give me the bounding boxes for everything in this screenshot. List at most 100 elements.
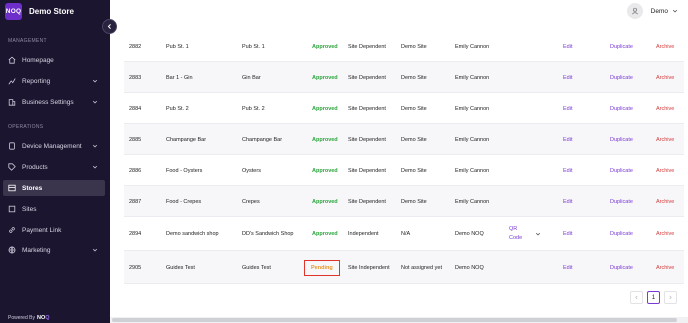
sidebar-collapse-button[interactable]: [102, 19, 117, 34]
edit-link[interactable]: Edit: [563, 93, 572, 124]
chevron-left-icon: [635, 295, 638, 300]
archive-link[interactable]: Archive: [656, 93, 674, 124]
status-badge: Approved: [312, 167, 338, 174]
chart-icon: [8, 77, 16, 85]
status-cell: Pending: [304, 251, 340, 284]
sidebar-item-sites[interactable]: Sites: [3, 201, 105, 217]
site-name: Demo Site: [401, 198, 427, 205]
site-name: Demo Site: [401, 136, 427, 143]
scrollbar-thumb[interactable]: [112, 318, 677, 322]
duplicate-link[interactable]: Duplicate: [610, 62, 633, 93]
powered-logo-part-a: NO: [36, 315, 46, 321]
edit-link[interactable]: Edit: [563, 31, 572, 62]
store-type: Site Independent: [348, 264, 390, 271]
duplicate-link[interactable]: Duplicate: [610, 31, 633, 62]
sidebar-item-products[interactable]: Products: [3, 159, 105, 175]
site-name: Demo Site: [401, 105, 427, 112]
sidebar-item-label: Marketing: [22, 246, 51, 254]
chevron-down-icon[interactable]: [535, 231, 541, 237]
store-name-cell: Guides Test: [166, 264, 195, 271]
edit-link[interactable]: Edit: [563, 217, 572, 251]
store-name-cell: Food - Crepes: [166, 198, 202, 205]
page-button-current[interactable]: 1: [647, 291, 660, 304]
duplicate-link[interactable]: Duplicate: [610, 155, 633, 186]
sites-icon: [8, 205, 16, 213]
brand[interactable]: NOQ Demo Store: [5, 2, 74, 20]
store-name-cell: Food - Oysters: [166, 167, 203, 174]
sidebar-item-device-management[interactable]: Device Management: [3, 138, 105, 154]
site-name: Not assigned yet: [401, 264, 442, 271]
store-icon: [8, 184, 16, 192]
user-menu[interactable]: Demo: [626, 2, 678, 20]
chevron-down-icon: [92, 144, 98, 148]
store-type: Site Dependent: [348, 198, 386, 205]
qr-code-dropdown[interactable]: QR Code: [509, 217, 522, 251]
sidebar-item-label: Sites: [22, 205, 37, 213]
display-name-cell: Oysters: [242, 167, 261, 174]
powered-by-label: Powered By: [8, 315, 35, 321]
chevron-down-icon: [92, 79, 98, 83]
prev-page-button[interactable]: [630, 291, 643, 304]
sidebar-item-marketing[interactable]: Marketing: [3, 242, 105, 258]
sidebar: NOQ Demo Store MANAGEMENT Homepage Repor…: [0, 0, 110, 323]
status-badge: Approved: [312, 231, 338, 237]
home-icon: [8, 56, 16, 64]
sidebar-item-homepage[interactable]: Homepage: [3, 52, 105, 68]
device-icon: [8, 142, 16, 150]
sidebar-item-label: Payment Link: [22, 226, 62, 234]
display-name-cell: Pub St. 2: [242, 105, 265, 112]
duplicate-link[interactable]: Duplicate: [610, 124, 633, 155]
status-badge: Approved: [312, 136, 338, 143]
created-by: Emily Cannon: [455, 43, 490, 50]
duplicate-link[interactable]: Duplicate: [610, 217, 633, 251]
status-badge: Pending: [304, 259, 340, 276]
qr-code-label-line1: QR: [509, 226, 518, 232]
store-name-cell: Demo sandwich shop: [166, 231, 219, 237]
brand-logo: NOQ: [5, 2, 22, 20]
sidebar-item-business-settings[interactable]: Business Settings: [3, 94, 105, 110]
sidebar-item-stores[interactable]: Stores: [3, 180, 105, 196]
archive-link[interactable]: Archive: [656, 31, 674, 62]
store-type: Site Dependent: [348, 43, 386, 50]
user-icon: [631, 7, 638, 15]
status-badge: Approved: [312, 43, 338, 50]
powered-logo-part-b: Q: [45, 315, 50, 321]
display-name-cell: Pub St. 1: [242, 43, 265, 50]
edit-link[interactable]: Edit: [563, 155, 572, 186]
next-page-button[interactable]: [664, 291, 677, 304]
edit-link[interactable]: Edit: [563, 62, 572, 93]
store-id: 2905: [129, 264, 142, 271]
qr-code-label-line2: Code: [509, 235, 523, 241]
sidebar-item-label: Business Settings: [22, 98, 74, 106]
archive-link[interactable]: Archive: [656, 186, 674, 217]
store-name-cell: Champange Bar: [166, 136, 207, 143]
archive-link[interactable]: Archive: [656, 62, 674, 93]
edit-link[interactable]: Edit: [563, 251, 572, 284]
table-row: 2886 Food - Oysters Oysters Approved Sit…: [124, 155, 684, 186]
sidebar-item-label: Products: [22, 163, 48, 171]
chevron-down-icon: [92, 100, 98, 104]
store-id: 2884: [129, 105, 142, 112]
display-name-cell: DD's Sandwich Shop: [242, 231, 294, 237]
store-type: Site Dependent: [348, 105, 386, 112]
section-label-management: MANAGEMENT: [8, 38, 47, 44]
archive-link[interactable]: Archive: [656, 251, 674, 284]
edit-link[interactable]: Edit: [563, 124, 572, 155]
site-name: N/A: [401, 231, 411, 237]
horizontal-scrollbar[interactable]: [110, 317, 688, 323]
sidebar-item-payment-link[interactable]: Payment Link: [3, 222, 105, 238]
created-by: Emily Cannon: [455, 74, 490, 81]
archive-link[interactable]: Archive: [656, 124, 674, 155]
store-id: 2883: [129, 74, 142, 81]
sidebar-item-reporting[interactable]: Reporting: [3, 73, 105, 89]
duplicate-link[interactable]: Duplicate: [610, 251, 633, 284]
archive-link[interactable]: Archive: [656, 155, 674, 186]
edit-link[interactable]: Edit: [563, 186, 572, 217]
duplicate-link[interactable]: Duplicate: [610, 186, 633, 217]
duplicate-link[interactable]: Duplicate: [610, 93, 633, 124]
archive-link[interactable]: Archive: [656, 217, 674, 251]
table-row: 2882 Pub St. 1 Pub St. 1 Approved Site D…: [124, 31, 684, 62]
status-badge: Approved: [312, 74, 338, 81]
chevron-down-icon: [92, 165, 98, 169]
store-id: 2894: [129, 231, 142, 237]
